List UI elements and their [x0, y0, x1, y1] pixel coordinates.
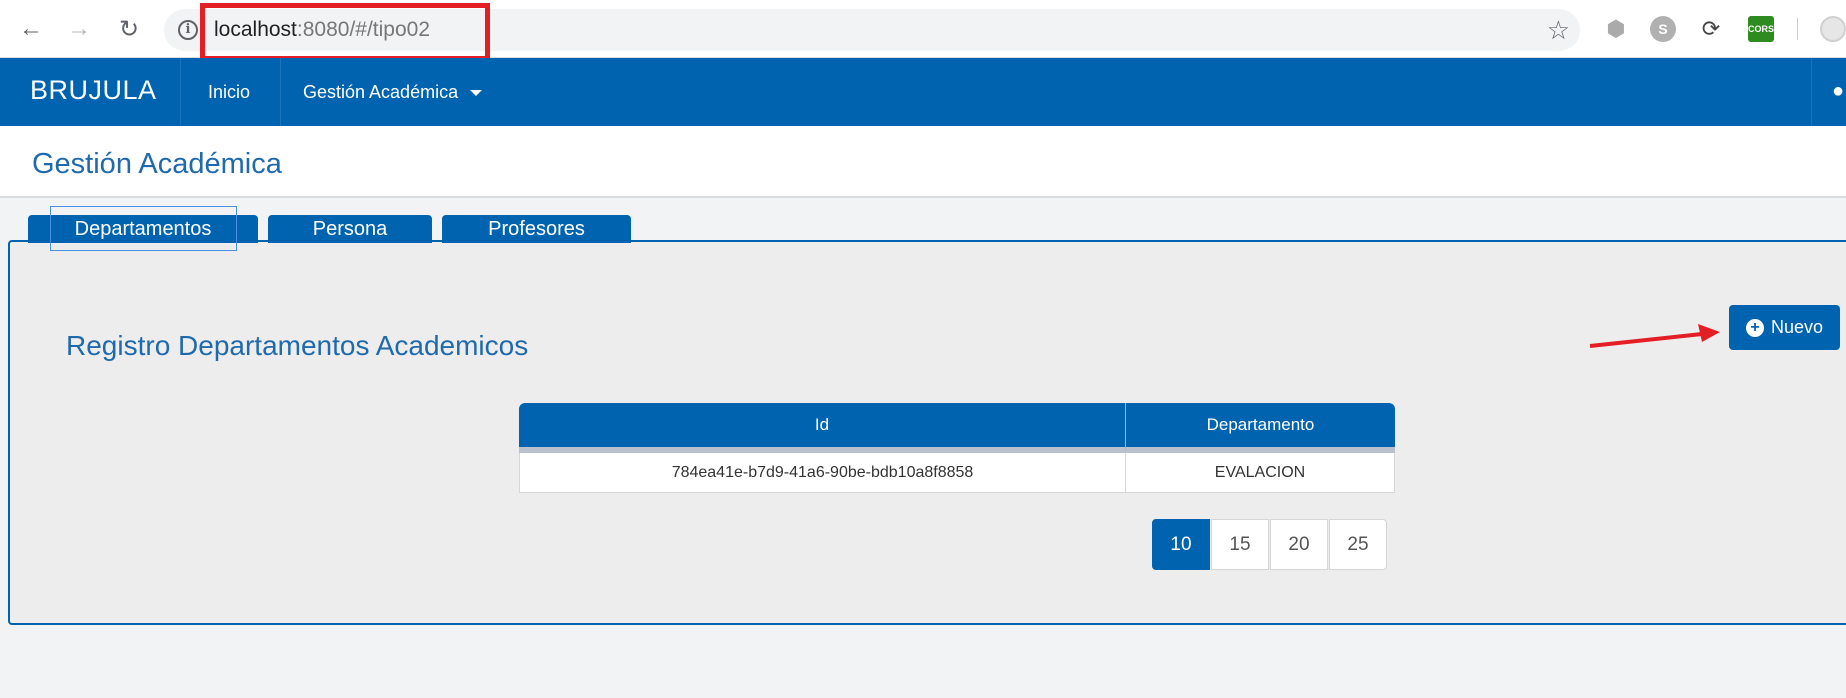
url-path: :8080/#/tipo02 — [296, 18, 431, 41]
new-button-label: Nuevo — [1770, 317, 1824, 337]
url-host: localhost — [214, 18, 297, 41]
plus-circle-icon: + — [1745, 318, 1764, 337]
page-header: Gestión Académica — [0, 126, 1846, 198]
cell-departamento: EVALACION — [1126, 453, 1395, 493]
address-bar[interactable]: i localhost:8080/#/tipo02 ☆ — [164, 3, 1580, 61]
star-icon[interactable]: ☆ — [1547, 15, 1570, 46]
annotation-arrow-head — [1698, 324, 1720, 342]
departments-table: Id Departamento 784ea41e-b7d9-41a6-90be-… — [519, 403, 1395, 493]
annotation-arrow-shaft — [1589, 332, 1703, 348]
nav-divider — [280, 58, 281, 126]
table-row[interactable]: 784ea41e-b7d9-41a6-90be-bdb10a8f8858 EVA… — [519, 453, 1395, 493]
column-header-id[interactable]: Id — [519, 403, 1126, 453]
info-icon[interactable]: i — [178, 20, 198, 40]
tab-departamentos[interactable]: Departamentos — [28, 215, 258, 243]
cell-id: 784ea41e-b7d9-41a6-90be-bdb10a8f8858 — [519, 453, 1126, 493]
nav-link-inicio[interactable]: Inicio — [208, 82, 250, 103]
rows-per-page-20[interactable]: 20 — [1270, 519, 1328, 570]
sync-extension-icon[interactable]: ⟳ — [1698, 16, 1724, 42]
rows-per-page-10[interactable]: 10 — [1152, 519, 1210, 570]
brand-logo[interactable]: BRUJULA — [30, 75, 157, 106]
rows-per-page-25[interactable]: 25 — [1329, 519, 1387, 570]
page-title: Gestión Académica — [32, 148, 282, 180]
toolbar-divider — [1797, 18, 1798, 40]
cors-extension-icon[interactable]: CORS — [1748, 16, 1774, 42]
column-header-departamento[interactable]: Departamento — [1126, 403, 1395, 453]
nav-dropdown-gestion-academica[interactable]: Gestión Académica — [303, 82, 483, 103]
nav-dropdown-label: Gestión Académica — [303, 82, 459, 102]
browser-toolbar: ← → ↻ i localhost:8080/#/tipo02 ☆ ⬢ S ⟳ … — [0, 0, 1846, 61]
back-arrow-icon[interactable]: ← — [14, 12, 48, 46]
reload-icon[interactable]: ↻ — [112, 12, 146, 46]
section-title: Registro Departamentos Academicos — [66, 330, 529, 361]
new-button[interactable]: + Nuevo — [1729, 305, 1840, 350]
user-icon[interactable]: ● — [1832, 80, 1846, 102]
table-header-row: Id Departamento — [519, 403, 1395, 453]
rows-per-page-selector: 10 15 20 25 — [1152, 519, 1388, 570]
tab-persona[interactable]: Persona — [268, 215, 432, 243]
tab-profesores[interactable]: Profesores — [442, 215, 631, 243]
forward-arrow-icon[interactable]: → — [62, 12, 96, 46]
url-text[interactable]: localhost:8080/#/tipo02 — [214, 18, 430, 42]
profile-avatar-icon[interactable] — [1820, 16, 1846, 42]
skype-extension-icon[interactable]: S — [1650, 16, 1676, 42]
annotation-arrow — [1589, 324, 1720, 348]
nav-divider — [180, 58, 181, 126]
nav-divider — [1811, 58, 1812, 126]
cube-extension-icon[interactable]: ⬢ — [1603, 16, 1629, 42]
rows-per-page-15[interactable]: 15 — [1211, 519, 1269, 570]
app-navbar: BRUJULA Inicio Gestión Académica ● — [0, 58, 1846, 126]
caret-down-icon — [470, 90, 483, 97]
